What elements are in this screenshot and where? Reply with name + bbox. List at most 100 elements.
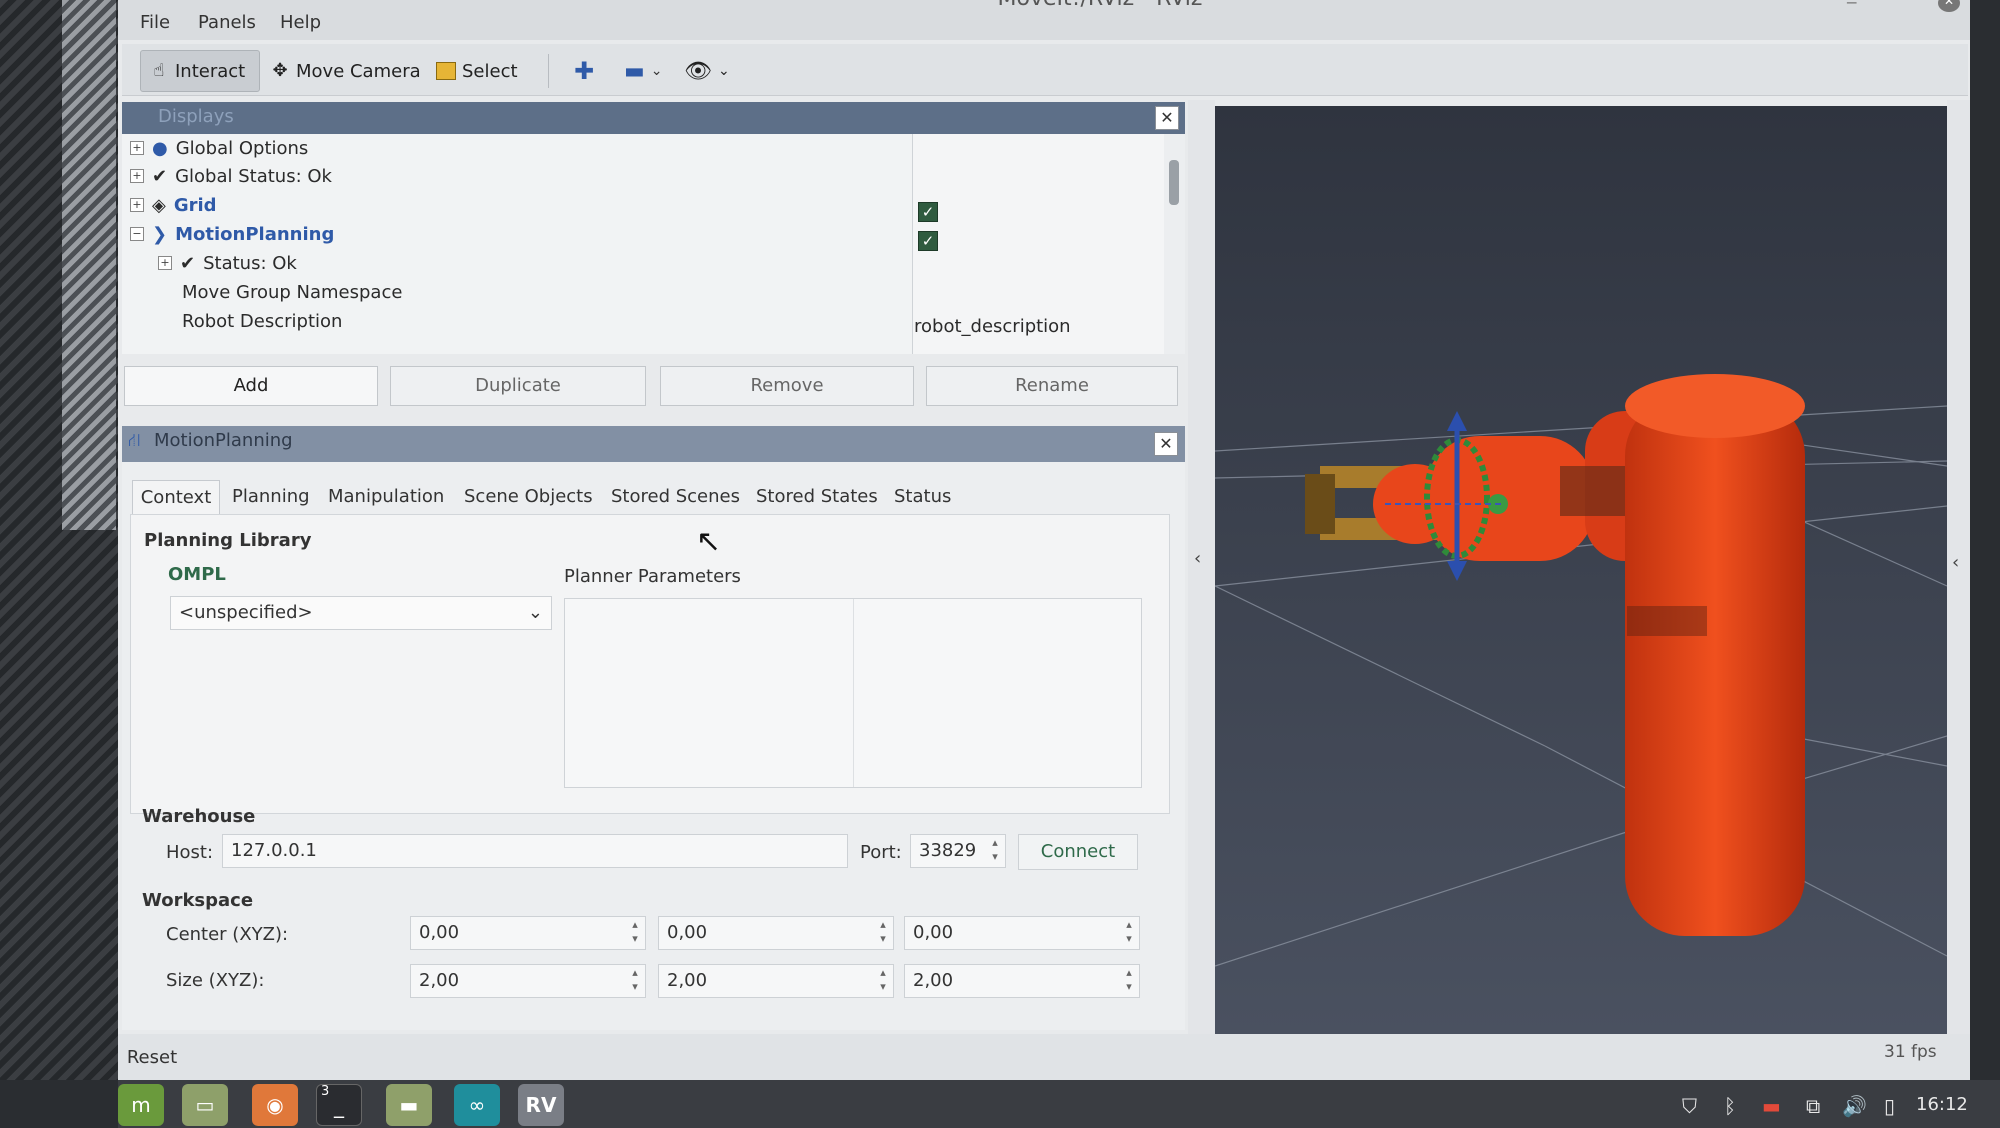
port-spin-arrows[interactable]: ▴ ▾ xyxy=(987,836,1003,864)
tree-item-status[interactable]: + ✔ Status: Ok xyxy=(158,249,297,277)
window-title: MoveIt!/RViz - RViz xyxy=(900,0,1300,16)
center-y-input[interactable]: 0,00 ▴ ▾ xyxy=(658,916,894,950)
tree-item-move-group-namespace[interactable]: Move Group Namespace xyxy=(182,278,402,306)
center-label: Center (XYZ): xyxy=(166,924,289,945)
remove-tool-button[interactable]: ▬ ⌄ xyxy=(616,50,671,92)
shield-icon[interactable]: ⛉ xyxy=(1682,1094,1697,1118)
collapse-icon[interactable]: − xyxy=(130,227,144,241)
size-z-input[interactable]: 2,00 ▴ ▾ xyxy=(904,964,1140,998)
rviz-taskbar-icon[interactable]: RV xyxy=(518,1084,564,1126)
mouse-cursor-icon: ↖ xyxy=(696,524,722,559)
spin-arrows[interactable]: ▴ ▾ xyxy=(875,918,891,946)
tree-item-motion-planning[interactable]: − ❯ MotionPlanning xyxy=(130,220,334,248)
remove-display-button[interactable]: Remove xyxy=(660,366,914,406)
terminal-count-badge: 3 xyxy=(321,1084,330,1099)
motion-planning-enabled-checkbox[interactable]: ✓ xyxy=(918,231,938,251)
chevron-left-icon: ‹ xyxy=(1194,548,1202,569)
hand-pointer-icon: ☝ xyxy=(153,60,165,81)
expand-icon[interactable]: + xyxy=(130,169,144,183)
arduino-icon[interactable]: ∞ xyxy=(454,1084,500,1126)
3d-render-view[interactable] xyxy=(1215,106,1947,1034)
spin-arrows[interactable]: ▴ ▾ xyxy=(627,918,643,946)
tab-manipulation[interactable]: Manipulation xyxy=(328,480,444,514)
grid-icon: ◈ xyxy=(152,194,166,216)
motion-planning-icon: ❯ xyxy=(152,223,168,245)
bluetooth-icon[interactable]: ᛒ xyxy=(1724,1094,1736,1118)
center-x-value: 0,00 xyxy=(419,922,460,943)
network-icon[interactable]: ⧉ xyxy=(1806,1094,1820,1118)
spin-arrows[interactable]: ▴ ▾ xyxy=(875,966,891,994)
port-label: Port: xyxy=(860,842,902,863)
center-z-value: 0,00 xyxy=(913,922,954,943)
view-right-splitter[interactable]: ‹ xyxy=(1947,100,1970,1040)
tree-item-grid[interactable]: + ◈ Grid xyxy=(130,191,217,219)
tree-item-label: Global Status: Ok xyxy=(175,165,332,187)
host-input[interactable]: 127.0.0.1 xyxy=(222,834,848,868)
port-input[interactable]: 33829 ▴ ▾ xyxy=(910,834,1006,868)
expand-icon[interactable]: + xyxy=(130,141,144,155)
menu-panels[interactable]: Panels xyxy=(198,12,256,33)
volume-icon[interactable]: 🔊 xyxy=(1842,1094,1867,1118)
tree-item-global-options[interactable]: + ● Global Options xyxy=(130,134,308,162)
add-display-button[interactable]: Add xyxy=(124,366,378,406)
select-tool-button[interactable]: Select xyxy=(428,50,526,92)
expand-icon[interactable]: + xyxy=(158,256,172,270)
robot-description-value[interactable]: robot_description xyxy=(914,316,1071,337)
spin-arrows[interactable]: ▴ ▾ xyxy=(1121,918,1137,946)
planner-parameters-table[interactable] xyxy=(564,598,1142,788)
terminal-icon[interactable]: 3 _ xyxy=(316,1084,362,1126)
size-label: Size (XYZ): xyxy=(166,970,265,991)
tab-scene-objects[interactable]: Scene Objects xyxy=(464,480,593,514)
interact-tool-button[interactable]: ☝ Interact xyxy=(140,50,260,92)
menu-file[interactable]: File xyxy=(140,12,170,33)
chevron-down-icon: ⌄ xyxy=(650,63,663,79)
globe-icon: ● xyxy=(152,137,168,159)
views-tool-button[interactable]: 👁 ⌄ xyxy=(676,50,738,92)
mint-menu-icon[interactable]: m xyxy=(118,1084,164,1126)
tab-stored-scenes[interactable]: Stored Scenes xyxy=(611,480,740,514)
move-camera-label: Move Camera xyxy=(296,60,421,82)
clock[interactable]: 16:12 xyxy=(1916,1094,1968,1115)
tree-item-label: Robot Description xyxy=(182,310,343,332)
firefox-icon[interactable]: ◉ xyxy=(252,1084,298,1126)
upper-arm-link xyxy=(1625,396,1805,936)
tab-stored-states[interactable]: Stored States xyxy=(756,480,878,514)
move-camera-tool-button[interactable]: ✥ Move Camera xyxy=(262,50,429,92)
toolbar-separator xyxy=(548,54,549,88)
duplicate-display-button[interactable]: Duplicate xyxy=(390,366,646,406)
planner-select[interactable]: <unspecified> ⌄ xyxy=(170,596,552,630)
expand-icon[interactable]: + xyxy=(130,198,144,212)
tree-item-global-status[interactable]: + ✔ Global Status: Ok xyxy=(130,162,332,190)
maximize-icon[interactable]: ⌃ xyxy=(1896,0,1911,13)
spin-arrows[interactable]: ▴ ▾ xyxy=(627,966,643,994)
link-shadow xyxy=(1627,606,1707,636)
battery-icon[interactable]: ▯ xyxy=(1884,1094,1895,1118)
add-tool-button[interactable]: ✚ xyxy=(566,50,602,92)
chevron-down-icon: ⌄ xyxy=(527,602,543,623)
size-y-input[interactable]: 2,00 ▴ ▾ xyxy=(658,964,894,998)
show-desktop-icon[interactable]: ▭ xyxy=(182,1084,228,1126)
menu-help[interactable]: Help xyxy=(280,12,321,33)
displays-panel-title: Displays xyxy=(158,106,234,127)
tab-status[interactable]: Status xyxy=(894,480,951,514)
motion-planning-close-button[interactable]: ✕ xyxy=(1154,432,1178,456)
size-x-input[interactable]: 2,00 ▴ ▾ xyxy=(410,964,646,998)
rename-display-button[interactable]: Rename xyxy=(926,366,1178,406)
reset-button[interactable]: Reset xyxy=(124,1044,180,1072)
displays-close-button[interactable]: ✕ xyxy=(1155,106,1179,130)
minimize-icon[interactable]: ‒ xyxy=(1846,0,1857,13)
size-y-value: 2,00 xyxy=(667,970,708,991)
tab-context[interactable]: Context xyxy=(132,480,220,514)
grid-enabled-checkbox[interactable]: ✓ xyxy=(918,202,938,222)
files-folder-icon[interactable]: ▬ xyxy=(386,1084,432,1126)
connect-button[interactable]: Connect xyxy=(1018,834,1138,870)
tree-item-robot-description[interactable]: Robot Description xyxy=(182,307,342,335)
table-column-divider xyxy=(853,599,854,787)
center-x-input[interactable]: 0,00 ▴ ▾ xyxy=(410,916,646,950)
view-left-splitter[interactable]: ‹ xyxy=(1188,100,1215,1040)
tab-planning[interactable]: Planning xyxy=(232,480,310,514)
spin-arrows[interactable]: ▴ ▾ xyxy=(1121,966,1137,994)
center-z-input[interactable]: 0,00 ▴ ▾ xyxy=(904,916,1140,950)
displays-scroll-thumb[interactable] xyxy=(1169,160,1179,205)
update-icon[interactable]: ▬ xyxy=(1762,1094,1781,1118)
